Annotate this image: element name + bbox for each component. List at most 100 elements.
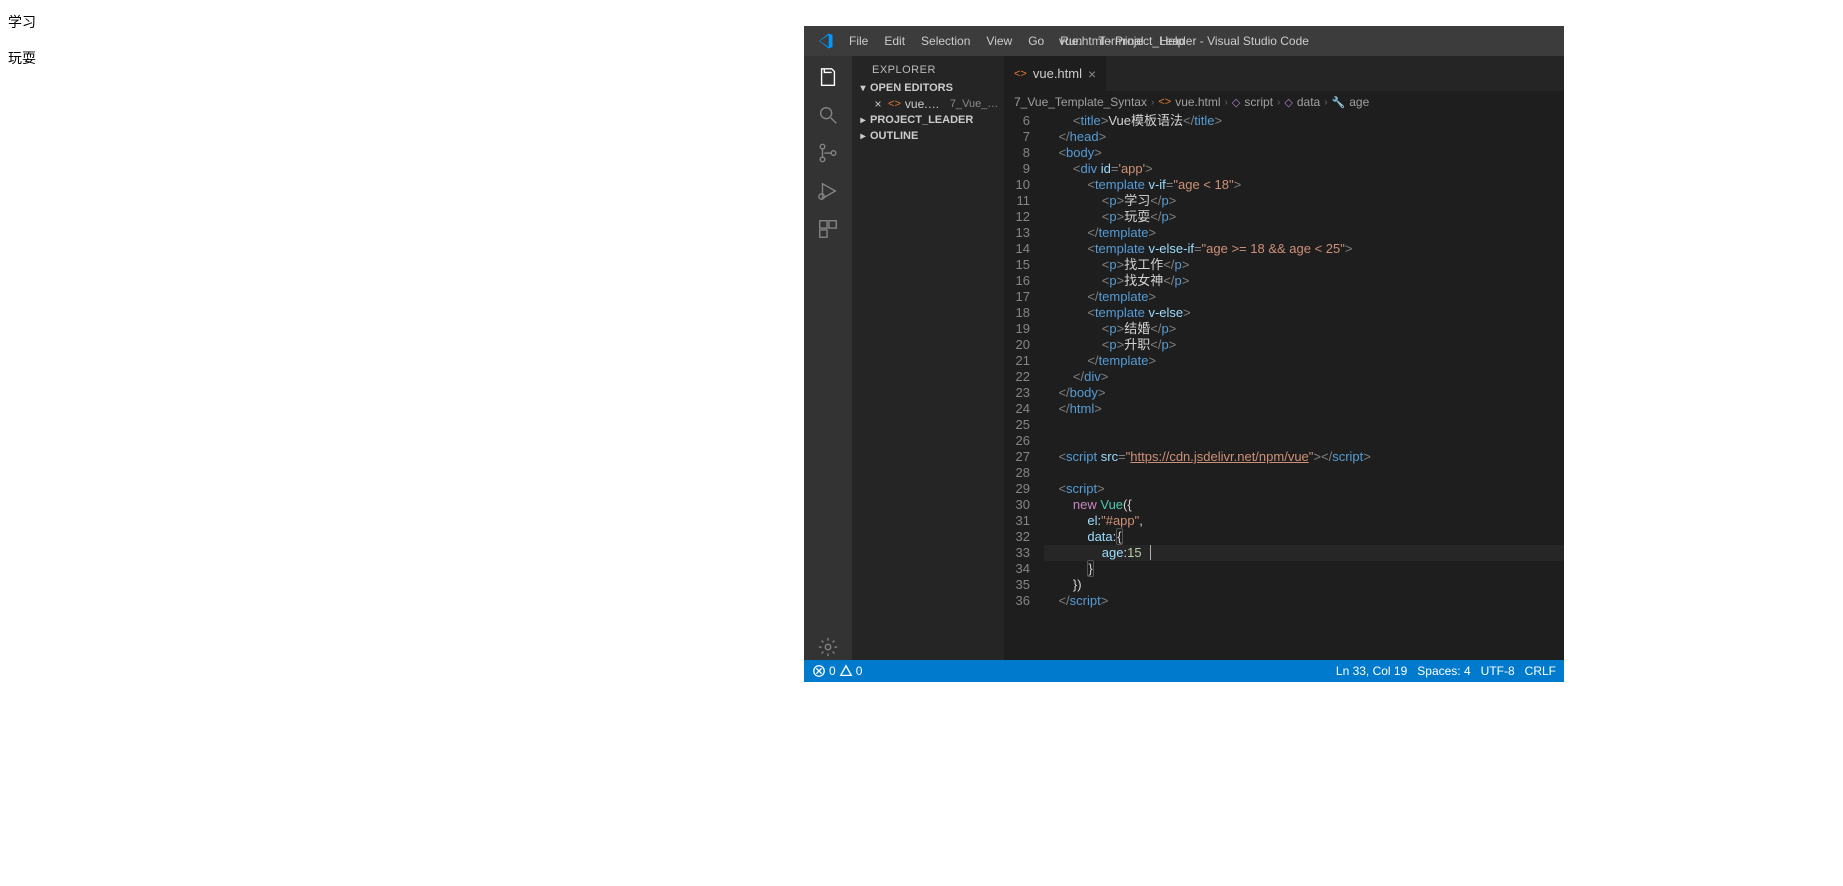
- line-gutter: 6789101112131415161718192021222324252627…: [1004, 113, 1044, 660]
- code-line[interactable]: </html>: [1044, 401, 1564, 417]
- code-lines[interactable]: <title>Vue模板语法</title> </head> <body> <d…: [1044, 113, 1564, 660]
- property-icon: 🔧: [1332, 96, 1346, 109]
- tab-vue-html[interactable]: <> vue.html ×: [1004, 56, 1106, 91]
- code-line[interactable]: <p>学习</p>: [1044, 193, 1564, 209]
- html-file-icon: <>: [1158, 96, 1171, 108]
- code-line[interactable]: data:{: [1044, 529, 1564, 545]
- code-line[interactable]: </template>: [1044, 225, 1564, 241]
- line-number: 12: [1004, 209, 1030, 225]
- eol-status[interactable]: CRLF: [1525, 664, 1556, 678]
- line-number: 28: [1004, 465, 1030, 481]
- code-line[interactable]: }: [1044, 561, 1564, 577]
- breadcrumb-item[interactable]: data: [1297, 95, 1320, 109]
- menu-run[interactable]: Run: [1053, 30, 1089, 52]
- close-icon[interactable]: ×: [872, 97, 884, 111]
- code-editor[interactable]: 6789101112131415161718192021222324252627…: [1004, 113, 1564, 660]
- line-number: 25: [1004, 417, 1030, 433]
- menu-file[interactable]: File: [842, 30, 875, 52]
- code-line[interactable]: [1044, 465, 1564, 481]
- code-line[interactable]: new Vue({: [1044, 497, 1564, 513]
- breadcrumb-item[interactable]: 7_Vue_Template_Syntax: [1014, 95, 1147, 109]
- code-line[interactable]: <script src="https://cdn.jsdelivr.net/np…: [1044, 449, 1564, 465]
- menu-terminal[interactable]: Terminal: [1091, 30, 1150, 52]
- editor-tabs: <> vue.html ×: [1004, 56, 1564, 91]
- project-header[interactable]: ▸ PROJECT_LEADER: [852, 112, 1004, 128]
- errors-status[interactable]: 0 0: [812, 664, 862, 678]
- breadcrumb-sep: ›: [1324, 97, 1327, 108]
- breadcrumb-item[interactable]: vue.html: [1175, 95, 1220, 109]
- menu-go[interactable]: Go: [1021, 30, 1051, 52]
- code-line[interactable]: [1044, 433, 1564, 449]
- line-number: 19: [1004, 321, 1030, 337]
- code-line[interactable]: <title>Vue模板语法</title>: [1044, 113, 1564, 129]
- code-line[interactable]: </template>: [1044, 353, 1564, 369]
- line-number: 15: [1004, 257, 1030, 273]
- chevron-down-icon: ▾: [856, 83, 870, 94]
- code-line[interactable]: el:"#app",: [1044, 513, 1564, 529]
- sidebar-title: EXPLORER: [852, 56, 1004, 80]
- line-number: 9: [1004, 161, 1030, 177]
- warning-count: 0: [856, 664, 863, 678]
- breadcrumb-sep: ›: [1277, 97, 1280, 108]
- code-line[interactable]: <div id='app'>: [1044, 161, 1564, 177]
- code-line[interactable]: <template v-else-if="age >= 18 && age < …: [1044, 241, 1564, 257]
- code-line[interactable]: <p>找工作</p>: [1044, 257, 1564, 273]
- warning-icon: [839, 664, 853, 678]
- line-number: 30: [1004, 497, 1030, 513]
- code-line[interactable]: <template v-else>: [1044, 305, 1564, 321]
- error-count: 0: [829, 664, 836, 678]
- code-line[interactable]: }): [1044, 577, 1564, 593]
- main-area: EXPLORER ▾ OPEN EDITORS × <> vue.html 7_…: [804, 56, 1564, 660]
- code-line[interactable]: <p>结婚</p>: [1044, 321, 1564, 337]
- source-control-icon[interactable]: [815, 140, 841, 166]
- open-editors-header[interactable]: ▾ OPEN EDITORS: [852, 80, 1004, 96]
- search-icon[interactable]: [815, 102, 841, 128]
- project-label: PROJECT_LEADER: [870, 114, 973, 126]
- activity-bar: [804, 56, 852, 660]
- code-line[interactable]: </div>: [1044, 369, 1564, 385]
- outline-header[interactable]: ▸ OUTLINE: [852, 128, 1004, 144]
- settings-gear-icon[interactable]: [815, 634, 841, 660]
- chevron-right-icon: ▸: [856, 115, 870, 126]
- open-editor-file[interactable]: × <> vue.html 7_Vue_Te...: [852, 96, 1004, 112]
- code-line[interactable]: </body>: [1044, 385, 1564, 401]
- line-number: 6: [1004, 113, 1030, 129]
- code-line[interactable]: age:15: [1044, 545, 1564, 561]
- debug-icon[interactable]: [815, 178, 841, 204]
- line-number: 36: [1004, 593, 1030, 609]
- code-line[interactable]: <p>找女神</p>: [1044, 273, 1564, 289]
- extensions-icon[interactable]: [815, 216, 841, 242]
- code-line[interactable]: </head>: [1044, 129, 1564, 145]
- code-line[interactable]: <p>玩耍</p>: [1044, 209, 1564, 225]
- close-icon[interactable]: ×: [1088, 66, 1096, 82]
- code-line[interactable]: <script>: [1044, 481, 1564, 497]
- line-number: 23: [1004, 385, 1030, 401]
- cursor-position[interactable]: Ln 33, Col 19: [1336, 664, 1407, 678]
- outline-label: OUTLINE: [870, 130, 918, 142]
- explorer-icon[interactable]: [815, 64, 841, 90]
- menu-view[interactable]: View: [979, 30, 1019, 52]
- output-line-2: 玩耍: [8, 48, 36, 68]
- menu-edit[interactable]: Edit: [877, 30, 912, 52]
- line-number: 26: [1004, 433, 1030, 449]
- line-number: 11: [1004, 193, 1030, 209]
- code-line[interactable]: </script>: [1044, 593, 1564, 609]
- menu-help[interactable]: Help: [1153, 30, 1192, 52]
- code-line[interactable]: <p>升职</p>: [1044, 337, 1564, 353]
- encoding-status[interactable]: UTF-8: [1481, 664, 1515, 678]
- code-line[interactable]: <body>: [1044, 145, 1564, 161]
- indent-status[interactable]: Spaces: 4: [1417, 664, 1470, 678]
- menu-selection[interactable]: Selection: [914, 30, 977, 52]
- code-line[interactable]: [1044, 417, 1564, 433]
- line-number: 17: [1004, 289, 1030, 305]
- breadcrumb-item[interactable]: age: [1349, 95, 1369, 109]
- line-number: 29: [1004, 481, 1030, 497]
- breadcrumb[interactable]: 7_Vue_Template_Syntax›<>vue.html›◇script…: [1004, 91, 1564, 113]
- breadcrumb-item[interactable]: script: [1244, 95, 1273, 109]
- line-number: 31: [1004, 513, 1030, 529]
- code-line[interactable]: </template>: [1044, 289, 1564, 305]
- line-number: 22: [1004, 369, 1030, 385]
- line-number: 13: [1004, 225, 1030, 241]
- line-number: 33: [1004, 545, 1030, 561]
- code-line[interactable]: <template v-if="age < 18">: [1044, 177, 1564, 193]
